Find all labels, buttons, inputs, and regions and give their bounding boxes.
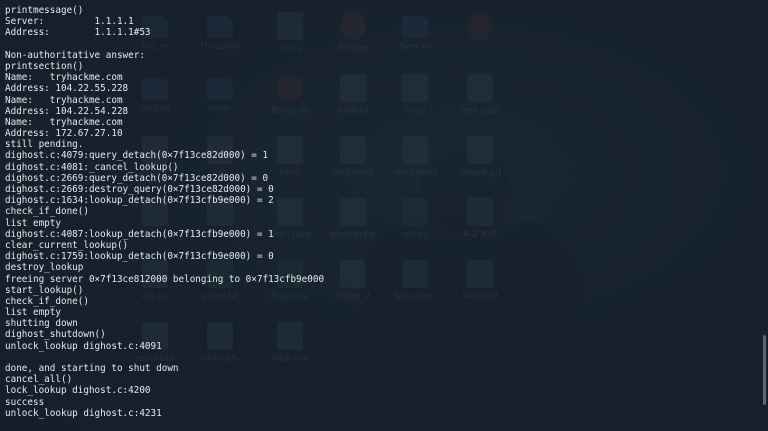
terminal-line: Name: tryhackme.com (5, 116, 123, 128)
terminal-line: freeing server 0×7f13ce812000 belonging … (5, 273, 325, 285)
terminal-line: destroy_lookup (5, 262, 84, 274)
terminal-line: Address: 104.22.55.228 (5, 83, 129, 95)
terminal-line: start_lookup() (5, 284, 84, 296)
terminal-line: printsection() (5, 60, 84, 72)
terminal-line: list empty (5, 307, 61, 319)
terminal-line: still pending. (5, 139, 84, 151)
terminal-line: clear_current_lookup() (5, 239, 129, 251)
terminal-line: dighost.c:2669:destroy_query(0×7f13ce82d… (5, 184, 274, 195)
terminal-line: check_if_done() (5, 295, 89, 307)
terminal-line: check_if_done() (5, 206, 89, 218)
terminal-line: cancel_all() (5, 374, 73, 386)
terminal-output: printmessage() Server: 1.1.1.1 Address: 1.… (5, 5, 324, 419)
terminal-line: done, and starting to shut down (5, 363, 179, 374)
terminal-line: dighost.c:4081:_cancel_lookup() (5, 161, 179, 173)
terminal-line: dighost.c:4087:lookup_detach(0×7f13cfb9e… (5, 228, 274, 240)
terminal-line: list empty (5, 217, 61, 229)
terminal-line: dighost_shutdown() (5, 329, 106, 341)
terminal-line: unlock_lookup dighost.c:4231 (5, 407, 162, 419)
terminal-line: printmessage() (5, 5, 84, 16)
terminal-line: Name: tryhackme.com (5, 72, 123, 84)
terminal-line: dighost.c:1634:lookup_detach(0×7f13cfb9e… (5, 195, 274, 207)
terminal-line: dighost.c:4079:query_detach(0×7f13ce82d0… (5, 150, 269, 162)
terminal-scrollbar[interactable] (763, 335, 766, 405)
terminal-line: Address: 104.22.54.228 (5, 105, 129, 117)
terminal-line: success (5, 396, 45, 408)
terminal-line: dighost.c:1759:lookup_detach(0×7f13cfb9e… (5, 251, 274, 263)
terminal-line: Server: 1.1.1.1 (5, 16, 134, 28)
terminal-line: shutting down (5, 318, 78, 330)
terminal-line: Address: 1.1.1.1#53 (5, 27, 151, 39)
terminal-line: lock_lookup dighost.c:4200 (5, 385, 151, 397)
terminal-line: Non-authoritative answer: (5, 49, 145, 61)
terminal-line: dighost.c:2669:query_detach(0×7f13ce82d0… (5, 172, 269, 184)
terminal-window[interactable]: printmessage() Server: 1.1.1.1 Address: 1.… (0, 0, 768, 431)
terminal-line: Name: tryhackme.com (5, 94, 123, 106)
terminal-line: unlock_lookup dighost.c:4091 (5, 340, 162, 352)
terminal-line: Address: 172.67.27.10 (5, 128, 123, 140)
